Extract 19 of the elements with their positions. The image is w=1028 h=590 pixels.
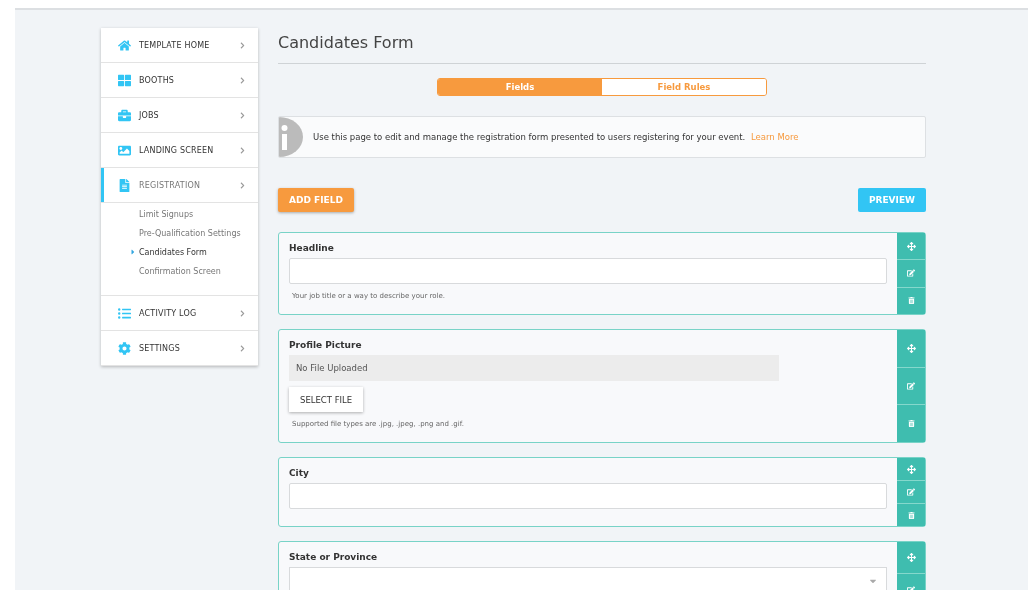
select-file-button[interactable]: SELECT FILE xyxy=(289,387,364,412)
sidebar-item[interactable]: BOOTHS xyxy=(101,63,258,98)
field-label: State or Province xyxy=(289,552,379,562)
info-text: Use this page to edit and manage the registration form presented to users registering for your event. Learn More xyxy=(313,132,799,142)
page-title: Candidates Form xyxy=(278,28,926,64)
sidebar-item[interactable]: TEMPLATE HOME xyxy=(101,28,258,63)
field-label: City xyxy=(289,468,310,478)
submenu-item[interactable]: Confirmation Screen xyxy=(101,262,258,281)
sidebar-item[interactable]: SETTINGS xyxy=(101,331,258,366)
sidebar-item[interactable]: LANDING SCREEN xyxy=(101,133,258,168)
field-label: Headline xyxy=(289,243,335,253)
file-status: No File Uploaded xyxy=(289,355,779,381)
submenu-item[interactable]: Candidates Form xyxy=(101,243,258,262)
sidebar-item[interactable]: JOBS xyxy=(101,98,258,133)
submenu-item[interactable]: Pre-Qualification Settings xyxy=(101,224,258,243)
sidebar-item[interactable]: ACTIVITY LOG xyxy=(101,296,258,331)
submenu-item[interactable]: Limit Signups xyxy=(101,205,258,224)
field-label: Profile Picture xyxy=(289,340,363,350)
sidebar-item[interactable]: REGISTRATION xyxy=(101,168,258,203)
